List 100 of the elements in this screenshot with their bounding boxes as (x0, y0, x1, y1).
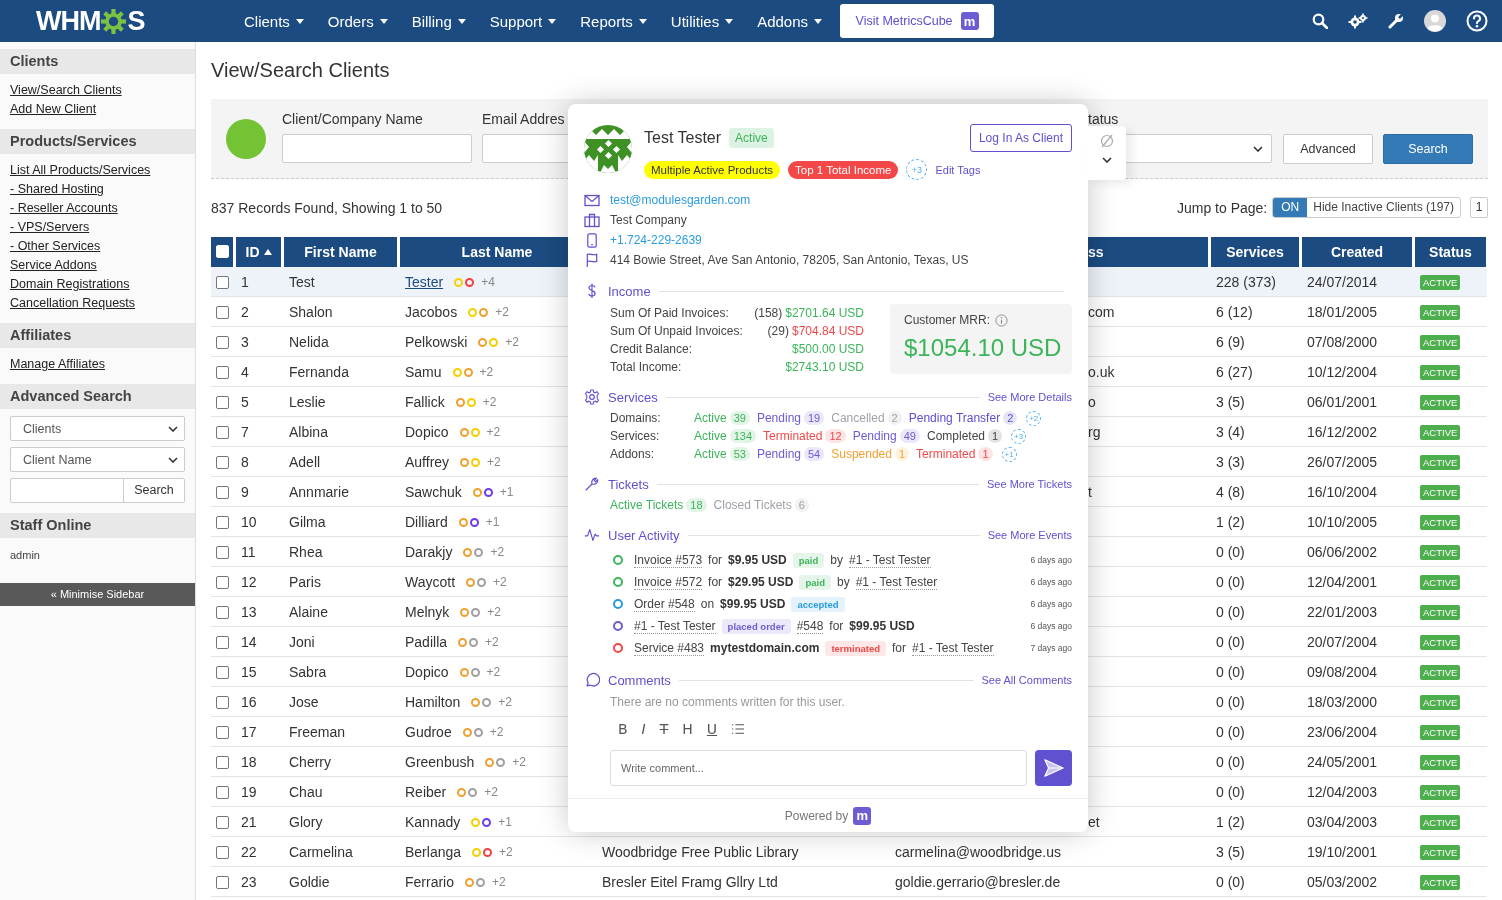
event-link[interactable]: Invoice #573 (634, 552, 703, 568)
checkbox[interactable] (216, 785, 229, 799)
wrench-icon[interactable] (1388, 13, 1404, 29)
client-link[interactable]: Fallick (405, 394, 445, 410)
event-link[interactable]: #1 - Test Tester (849, 552, 931, 568)
checkbox[interactable] (216, 335, 229, 349)
client-link[interactable]: Pelkowski (405, 334, 468, 350)
client-link[interactable]: Darakjy (405, 544, 453, 560)
status-label[interactable]: Terminated (763, 429, 823, 443)
checkbox[interactable] (216, 725, 229, 739)
event-link[interactable]: Service #483 (634, 640, 705, 656)
status-label[interactable]: Pending Transfer (908, 411, 1001, 425)
promo-button[interactable]: Visit MetricsCube m (840, 4, 995, 38)
avatar-icon[interactable] (1424, 10, 1446, 32)
sidebar-link[interactable]: Domain Registrations (10, 275, 185, 294)
nav-menu-item[interactable]: Reports (568, 12, 659, 30)
checkbox[interactable] (216, 545, 229, 559)
client-link[interactable]: Melnyk (405, 604, 450, 620)
header-cell[interactable]: Status (1415, 236, 1486, 267)
header-cell[interactable]: Services (1211, 236, 1299, 267)
header-cell[interactable]: Created (1302, 236, 1412, 267)
advanced-button[interactable]: Advanced (1283, 134, 1373, 164)
search-icon[interactable] (1312, 13, 1328, 29)
nav-menu-item[interactable]: Billing (399, 12, 478, 30)
see-more-link[interactable]: See More Tickets (987, 478, 1072, 490)
list-icon[interactable] (731, 723, 746, 735)
comment-field[interactable]: Write comment... (610, 750, 1027, 786)
login-as-client-button[interactable]: Log In As Client (969, 124, 1072, 152)
sidebar-link[interactable]: Service Addons (10, 256, 185, 275)
search-field[interactable]: Search (10, 478, 185, 503)
sidebar-link[interactable]: Cancellation Requests (10, 294, 185, 313)
status-label[interactable]: Pending (756, 411, 801, 425)
event-link[interactable]: #1 - Test Tester (855, 574, 938, 590)
select-field[interactable]: Clients (10, 416, 185, 441)
heading-button[interactable]: H (682, 721, 693, 737)
see-more-link[interactable]: See More Details (987, 391, 1072, 403)
bold-button[interactable]: B (618, 721, 628, 737)
client-link[interactable]: Waycott (405, 574, 456, 590)
client-link[interactable]: Jacobos (405, 304, 458, 320)
event-link[interactable]: #1 - Test Tester (912, 640, 994, 656)
status-label[interactable]: Pending (756, 447, 801, 461)
strikethrough-button[interactable]: T (659, 721, 669, 737)
nav-menu-item[interactable]: Addons (745, 12, 835, 30)
status-label[interactable]: Completed (926, 429, 985, 443)
client-link[interactable]: Dopico (405, 664, 449, 680)
status-label[interactable]: Pending (852, 429, 897, 443)
checkbox[interactable] (216, 485, 229, 499)
checkbox[interactable] (216, 875, 229, 889)
select-field[interactable]: Client Name (10, 447, 185, 472)
client-link[interactable]: Tester (405, 274, 444, 290)
client-link[interactable]: Dilliard (405, 514, 448, 530)
client-link[interactable]: Greenbush (405, 754, 475, 770)
nav-menu-item[interactable]: Clients (232, 12, 316, 30)
page-number-field[interactable]: 1 (1470, 197, 1488, 218)
checkbox[interactable] (216, 425, 229, 439)
client-link[interactable]: Sawchuk (405, 484, 462, 500)
client-link[interactable]: Gudroe (405, 724, 452, 740)
checkbox[interactable] (216, 755, 229, 769)
no-entry-icon[interactable] (1099, 133, 1115, 149)
chevron-icon[interactable] (1102, 157, 1112, 163)
checkbox[interactable] (216, 395, 229, 409)
search-button[interactable]: Search (1383, 134, 1473, 164)
checkbox[interactable] (216, 665, 229, 679)
event-link[interactable]: Order #548 (634, 596, 695, 612)
sidebar-link[interactable]: Manage Affiliates (10, 355, 185, 374)
sidebar-link[interactable]: - Shared Hosting (10, 180, 185, 199)
italic-button[interactable]: I (641, 721, 646, 737)
nav-menu-item[interactable]: Utilities (658, 12, 746, 30)
header-cell[interactable]: ID (236, 236, 281, 267)
checkbox[interactable] (216, 275, 229, 289)
checkbox[interactable] (216, 575, 229, 589)
edit-tags-link[interactable]: Edit Tags (935, 163, 981, 176)
sidebar-link[interactable]: - VPS/Servers (10, 218, 185, 237)
checkbox[interactable] (216, 455, 229, 469)
client-link[interactable]: Samu (405, 364, 442, 380)
sidebar-link[interactable]: List All Products/Services (10, 161, 185, 180)
checkbox[interactable] (216, 515, 229, 529)
see-more-link[interactable]: See More Events (987, 529, 1072, 541)
gears-icon[interactable] (1348, 13, 1368, 29)
client-link[interactable]: Ferrario (405, 874, 454, 890)
sidebar-link[interactable]: Add New Client (10, 100, 185, 119)
client-link[interactable]: Berlanga (405, 844, 462, 860)
nav-menu-item[interactable]: Orders (315, 12, 400, 30)
client-link[interactable]: Hamilton (405, 694, 461, 710)
search-button[interactable]: Search (124, 479, 184, 502)
nav-menu-item[interactable]: Support (477, 12, 569, 30)
client-link[interactable]: Auffrey (405, 454, 450, 470)
sidebar-link[interactable]: View/Search Clients (10, 81, 185, 100)
sidebar-link[interactable]: - Other Services (10, 237, 185, 256)
checkbox[interactable] (216, 845, 229, 859)
checkbox[interactable] (216, 695, 229, 709)
checkbox[interactable] (216, 365, 229, 379)
status-label[interactable]: Terminated (916, 447, 976, 461)
minimise-sidebar-button[interactable]: « Minimise Sidebar (0, 583, 195, 606)
sidebar-link[interactable]: - Reseller Accounts (10, 199, 185, 218)
header-cell[interactable]: First Name (284, 236, 397, 267)
input-field[interactable] (282, 134, 472, 163)
see-more-link[interactable]: See All Comments (981, 674, 1072, 686)
client-link[interactable]: Kannady (405, 814, 461, 830)
checkbox[interactable] (216, 605, 229, 619)
